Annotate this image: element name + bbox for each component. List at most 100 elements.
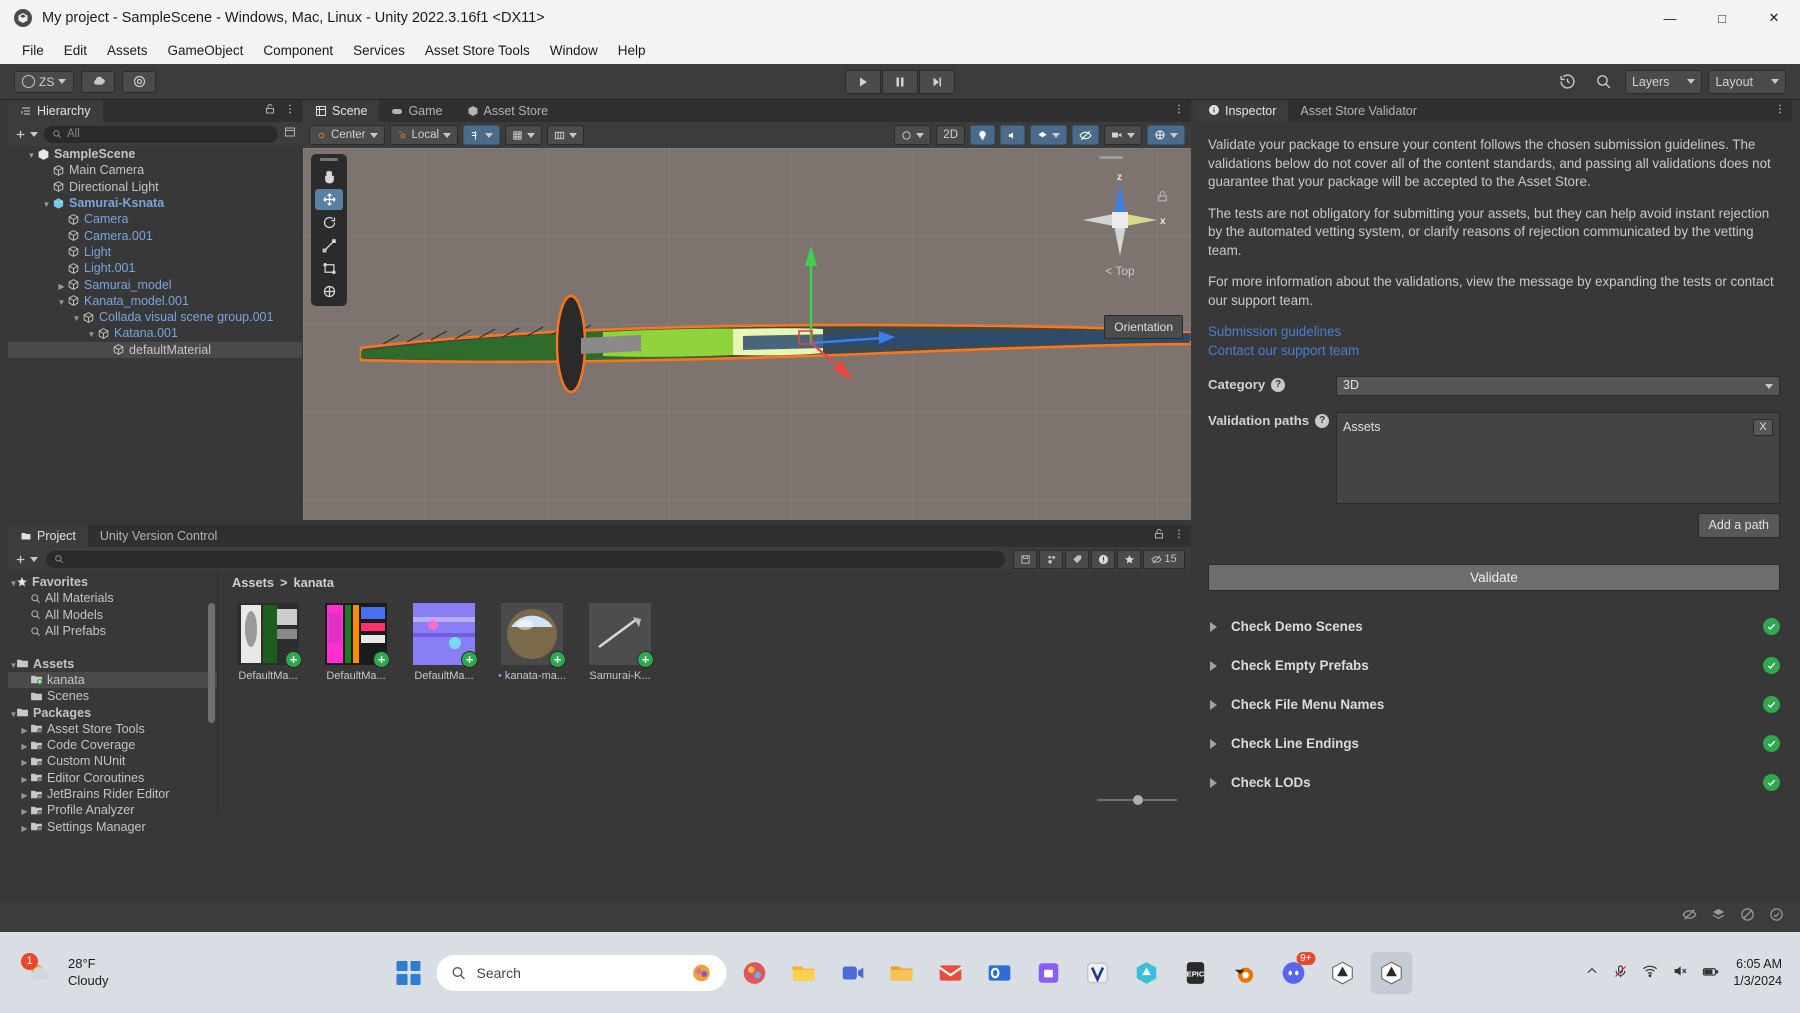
hierarchy-search-input[interactable]: All bbox=[44, 125, 278, 143]
scene-visibility-toggle[interactable] bbox=[1072, 125, 1099, 145]
project-tree-row-profile-analyzer[interactable]: ▶ Profile Analyzer bbox=[8, 802, 217, 818]
grid-axis-toggle[interactable] bbox=[463, 125, 501, 145]
menu-component[interactable]: Component bbox=[253, 39, 343, 62]
chevron-right-icon[interactable] bbox=[1210, 660, 1217, 671]
taskbar-app-prefab[interactable] bbox=[734, 952, 776, 994]
remove-path-button[interactable]: X bbox=[1753, 419, 1773, 437]
weather-widget[interactable]: 1 28°F Cloudy bbox=[21, 952, 108, 990]
hierarchy-row-defaultmaterial[interactable]: defaultMaterial bbox=[8, 341, 302, 358]
lock-icon[interactable] bbox=[1153, 527, 1165, 545]
hierarchy-row-collada-visual-scene-group-001[interactable]: ▼ Collada visual scene group.001 bbox=[8, 309, 302, 325]
help-icon[interactable]: ? bbox=[1315, 414, 1330, 429]
chevron-right-icon[interactable]: ▶ bbox=[56, 282, 67, 291]
breadcrumb-assets[interactable]: Assets bbox=[232, 575, 274, 590]
taskbar-app-outlook[interactable] bbox=[979, 952, 1021, 994]
add-path-button[interactable]: Add a path bbox=[1697, 513, 1780, 539]
hierarchy-row-directional-light[interactable]: Directional Light bbox=[8, 179, 302, 195]
search-save-icon[interactable] bbox=[1013, 549, 1037, 569]
shading-mode-dropdown[interactable] bbox=[894, 125, 932, 145]
tray-mic-icon[interactable] bbox=[1613, 964, 1628, 982]
chevron-down-icon[interactable]: ▼ bbox=[41, 200, 52, 209]
view-options-dropdown[interactable] bbox=[547, 125, 585, 145]
menu-file[interactable]: File bbox=[12, 39, 54, 62]
category-dropdown[interactable]: 3D bbox=[1336, 376, 1780, 396]
slider-knob[interactable] bbox=[1133, 795, 1143, 805]
contact-support-link[interactable]: Contact our support team bbox=[1208, 342, 1780, 361]
taskbar-app-explorer[interactable] bbox=[783, 952, 825, 994]
project-tree-row-favorites[interactable]: ▼ Favorites bbox=[8, 574, 217, 590]
asset-item[interactable]: + DefaultMa... bbox=[232, 603, 304, 682]
panel-menu-icon[interactable] bbox=[1774, 102, 1786, 120]
pivot-mode-dropdown[interactable]: Center bbox=[309, 125, 385, 145]
menu-asset-store-tools[interactable]: Asset Store Tools bbox=[415, 39, 540, 62]
chevron-right-icon[interactable]: ▶ bbox=[19, 742, 30, 751]
layers-dropdown[interactable]: Layers bbox=[1624, 69, 1703, 94]
project-tree-scrollbar[interactable] bbox=[208, 603, 215, 723]
hierarchy-tree[interactable]: ▼ SampleScene Main Camera Directional Light… bbox=[8, 146, 302, 358]
taskbar-app-store[interactable] bbox=[1028, 952, 1070, 994]
toggle-2d-button[interactable]: 2D bbox=[936, 125, 965, 145]
asset-zoom-slider[interactable] bbox=[1097, 794, 1177, 806]
hierarchy-row-samurai-ksnata[interactable]: ▼ Samurai-Ksnata bbox=[8, 195, 302, 211]
tab-inspector[interactable]: i Inspector bbox=[1196, 100, 1289, 122]
breadcrumb-kanata[interactable]: kanata bbox=[293, 575, 334, 590]
transform-tool-button[interactable] bbox=[315, 281, 343, 302]
status-mute-icon[interactable] bbox=[1682, 907, 1697, 927]
hierarchy-row-samurai-model[interactable]: ▶ Samurai_model bbox=[8, 276, 302, 292]
taskbar-app-discord[interactable]: 9+ bbox=[1273, 951, 1316, 994]
project-tree-row-packages[interactable]: ▼ Packages bbox=[8, 704, 217, 720]
hierarchy-row-katana-001[interactable]: ▼ Katana.001 bbox=[8, 325, 302, 341]
asset-grid[interactable]: + DefaultMa... + DefaultMa... + DefaultMa... +… bbox=[218, 593, 1191, 682]
submission-guidelines-link[interactable]: Submission guidelines bbox=[1208, 323, 1780, 342]
pivot-rotation-dropdown[interactable]: Local bbox=[389, 125, 459, 145]
asset-item[interactable]: + DefaultMa... bbox=[320, 603, 392, 682]
chevron-right-icon[interactable] bbox=[1210, 621, 1217, 632]
step-button[interactable] bbox=[919, 69, 955, 94]
chevron-right-icon[interactable]: ▶ bbox=[19, 824, 30, 833]
menu-help[interactable]: Help bbox=[608, 39, 656, 62]
account-button[interactable]: ZS bbox=[14, 70, 75, 93]
validate-button[interactable]: Validate bbox=[1208, 564, 1780, 592]
grid-snapping-toggle[interactable] bbox=[505, 125, 543, 145]
taskbar-app-blender[interactable] bbox=[1224, 952, 1266, 994]
panel-menu-icon[interactable] bbox=[284, 102, 296, 120]
chevron-right-icon[interactable] bbox=[1210, 699, 1217, 710]
tools-drag-handle[interactable] bbox=[320, 158, 338, 161]
tray-wifi-icon[interactable] bbox=[1642, 963, 1658, 982]
hierarchy-row-light-001[interactable]: Light.001 bbox=[8, 260, 302, 276]
tab-project[interactable]: Project bbox=[8, 525, 88, 547]
project-tree-row-code-coverage[interactable]: ▶ Code Coverage bbox=[8, 737, 217, 753]
taskbar-search-input[interactable]: Search bbox=[436, 954, 727, 991]
search-icon[interactable] bbox=[1589, 70, 1619, 94]
taskbar-app-files[interactable] bbox=[881, 952, 923, 994]
minimize-button[interactable]: — bbox=[1644, 0, 1696, 36]
status-visibility-icon[interactable] bbox=[1740, 907, 1755, 927]
status-check-icon[interactable] bbox=[1769, 907, 1784, 927]
cloud-button[interactable] bbox=[81, 70, 116, 93]
taskbar-app-vegas[interactable] bbox=[1077, 952, 1119, 994]
asset-item[interactable]: + Samurai-K... bbox=[584, 603, 656, 682]
status-layers-icon[interactable] bbox=[1711, 907, 1726, 927]
play-button[interactable] bbox=[845, 69, 881, 94]
tray-expand-icon[interactable] bbox=[1585, 964, 1599, 981]
tab-unity-version-control[interactable]: Unity Version Control bbox=[88, 525, 229, 547]
validation-check-row[interactable]: Check Demo Scenes bbox=[1196, 607, 1792, 646]
scene-fx-dropdown[interactable] bbox=[1030, 125, 1067, 145]
project-tree-row-custom-nunit[interactable]: ▶ Custom NUnit bbox=[8, 753, 217, 769]
menu-edit[interactable]: Edit bbox=[54, 39, 97, 62]
validation-check-row[interactable]: Check Empty Prefabs bbox=[1196, 646, 1792, 685]
tray-battery-icon[interactable] bbox=[1702, 963, 1719, 983]
chevron-down-icon[interactable]: ▼ bbox=[56, 298, 67, 307]
taskbar-clock[interactable]: 6:05 AM 1/3/2024 bbox=[1733, 956, 1782, 990]
create-asset-button[interactable] bbox=[14, 553, 38, 566]
tab-game[interactable]: Game bbox=[379, 100, 454, 122]
close-button[interactable]: ✕ bbox=[1748, 0, 1800, 36]
tray-volume-icon[interactable] bbox=[1672, 963, 1688, 982]
gizmos-toggle[interactable] bbox=[1147, 125, 1185, 145]
gizmo-drag-handle[interactable] bbox=[1099, 156, 1123, 159]
settings-gear-button[interactable] bbox=[122, 70, 157, 93]
history-icon[interactable] bbox=[1553, 70, 1583, 94]
start-button[interactable] bbox=[388, 952, 430, 994]
menu-gameobject[interactable]: GameObject bbox=[158, 39, 254, 62]
chevron-right-icon[interactable]: ▶ bbox=[19, 791, 30, 800]
